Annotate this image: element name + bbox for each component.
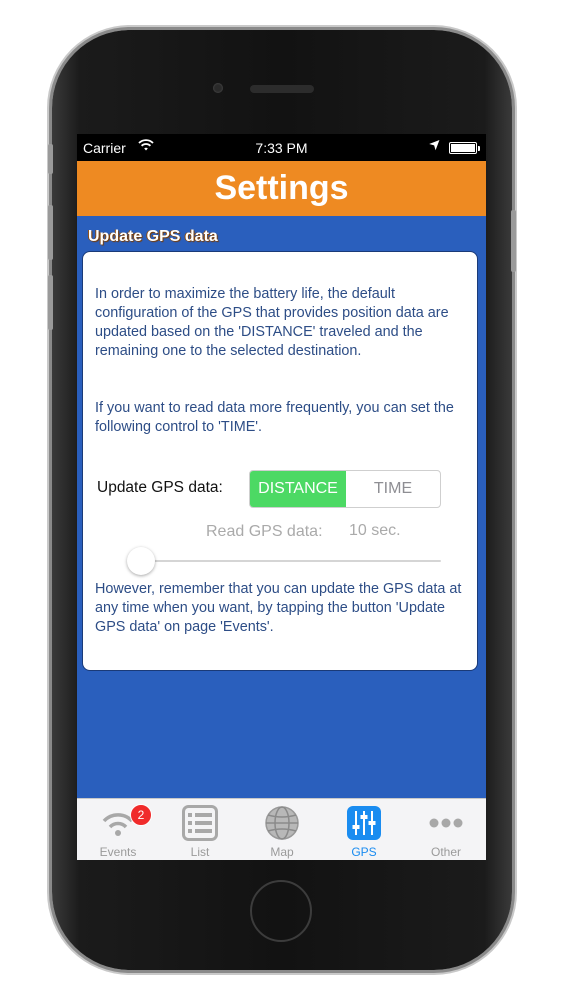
tab-gps-label: GPS xyxy=(351,845,377,859)
mute-switch xyxy=(48,144,53,174)
power-button xyxy=(511,210,516,272)
earpiece-speaker xyxy=(250,85,314,93)
update-mode-segmented-control[interactable]: DISTANCE TIME xyxy=(249,470,441,508)
more-icon xyxy=(428,805,464,841)
events-badge: 2 xyxy=(130,804,152,826)
tab-gps[interactable]: GPS xyxy=(323,799,405,860)
read-gps-value: 10 sec. xyxy=(349,522,401,539)
slider-thumb[interactable] xyxy=(127,547,155,575)
status-bar: Carrier 7:33 PM xyxy=(77,134,486,161)
page-title: Settings xyxy=(214,169,349,207)
frequency-text: If you want to read data more frequently… xyxy=(95,400,454,435)
note-text: However, remember that you can update th… xyxy=(95,581,462,635)
list-icon xyxy=(182,805,218,841)
tab-list[interactable]: List xyxy=(159,799,241,860)
screen: Carrier 7:33 PM Settings Update GPS data… xyxy=(77,134,486,860)
intro-text: In order to maximize the battery life, t… xyxy=(95,286,449,359)
tab-events-label: Events xyxy=(99,845,137,859)
tab-bar: 2 Events List Map GPS Other xyxy=(77,798,486,860)
tab-other[interactable]: Other xyxy=(405,799,486,860)
navigation-bar: Settings xyxy=(77,161,486,216)
read-interval-slider[interactable] xyxy=(133,560,441,562)
segment-distance[interactable]: DISTANCE xyxy=(250,471,346,507)
globe-icon xyxy=(264,805,300,841)
volume-up-button xyxy=(48,205,53,260)
segment-time[interactable]: TIME xyxy=(346,471,440,507)
tab-other-label: Other xyxy=(430,845,461,859)
home-button[interactable] xyxy=(250,880,312,942)
section-title: Update GPS data xyxy=(88,228,218,245)
tab-events[interactable]: 2 Events xyxy=(77,799,159,860)
battery-icon xyxy=(449,142,480,154)
settings-card: In order to maximize the battery life, t… xyxy=(82,251,478,671)
read-gps-label: Read GPS data: xyxy=(206,523,323,540)
tab-map-label: Map xyxy=(270,845,294,859)
clock: 7:33 PM xyxy=(255,140,308,156)
front-camera xyxy=(213,83,223,93)
volume-down-button xyxy=(48,275,53,330)
update-gps-label: Update GPS data: xyxy=(97,479,223,496)
tab-list-label: List xyxy=(190,845,210,859)
tab-map[interactable]: Map xyxy=(241,799,323,860)
sliders-icon xyxy=(346,805,382,841)
